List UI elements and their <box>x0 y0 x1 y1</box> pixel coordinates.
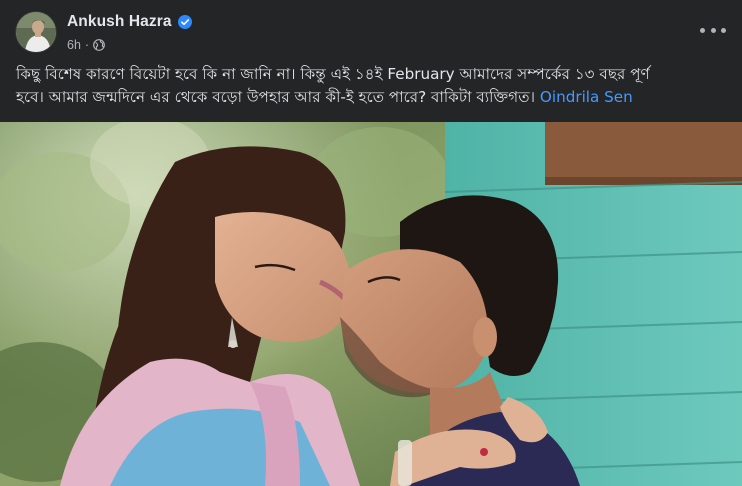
post-header: Ankush Hazra 6h · <box>0 0 742 62</box>
verified-badge-icon <box>177 15 192 29</box>
post-photo[interactable] <box>0 122 742 486</box>
avatar-image <box>16 12 56 52</box>
meta-separator: · <box>84 38 90 52</box>
photo-image <box>0 122 742 486</box>
post-caption: কিছু বিশেষ কারণে বিয়েটা হবে কি না জানি … <box>16 63 728 109</box>
caption-line-2: হবে। আমার জন্মদিনে এর থেকে বড়ো উপহার আর… <box>16 88 536 106</box>
more-dot <box>710 27 716 33</box>
facebook-post: Ankush Hazra 6h · কিছু বিশেষ কারণে বিয়ে… <box>0 0 742 486</box>
more-dot <box>700 27 705 33</box>
author-avatar[interactable] <box>16 12 56 52</box>
caption-line-1: কিছু বিশেষ কারণে বিয়েটা হবে কি না জানি … <box>16 65 650 83</box>
more-dot <box>721 27 726 33</box>
tagged-user-link[interactable]: Oindrila Sen <box>540 88 633 106</box>
globe-icon[interactable] <box>93 39 105 51</box>
post-meta: 6h · <box>67 38 105 52</box>
post-timestamp[interactable]: 6h <box>67 38 81 52</box>
author-name[interactable]: Ankush Hazra <box>67 13 172 31</box>
author-name-row: Ankush Hazra <box>67 13 192 31</box>
more-options-icon[interactable] <box>700 20 726 40</box>
